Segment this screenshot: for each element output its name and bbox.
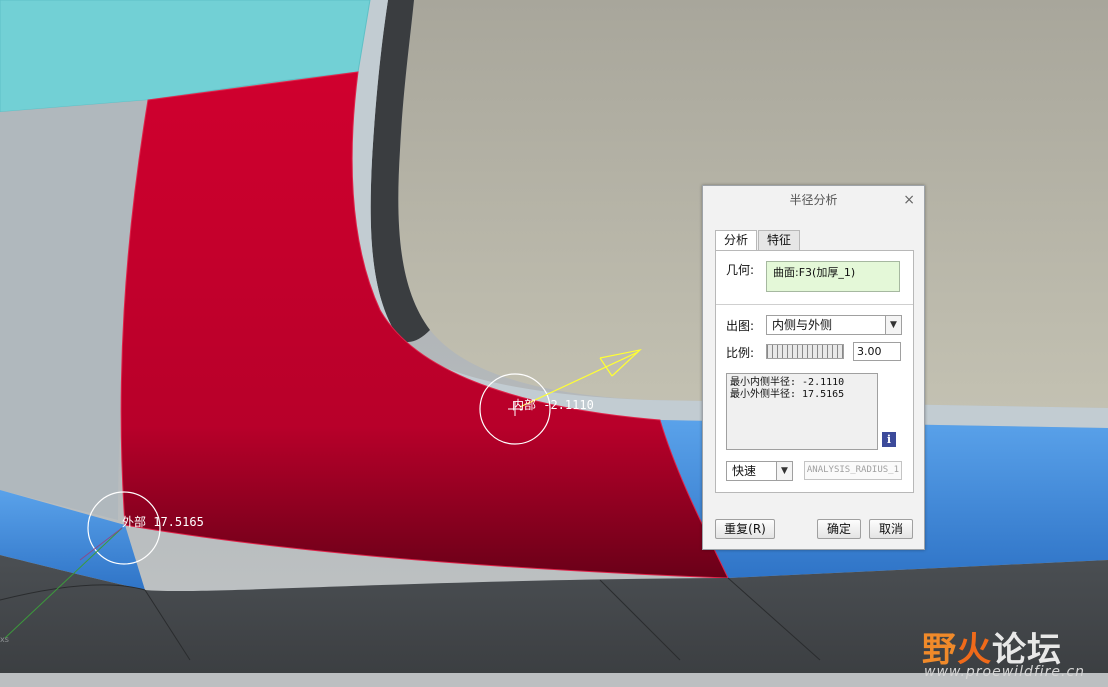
plot-select[interactable]: 内侧与外侧 ▼ bbox=[766, 315, 902, 335]
geometry-label: 几何: bbox=[726, 263, 755, 277]
chevron-down-icon[interactable]: ▼ bbox=[885, 316, 901, 334]
analysis-panel: 几何: 曲面:F3(加厚_1) 出图: 内侧与外侧 ▼ 比例: 3.00 最小内… bbox=[715, 250, 914, 493]
tab-analysis[interactable]: 分析 bbox=[715, 230, 758, 251]
result-min-outer: 最小外侧半径: 17.5165 bbox=[730, 389, 845, 400]
mode-select[interactable]: 快速 ▼ bbox=[726, 461, 793, 481]
model-viewport[interactable]: 内部 -2.1110 外部 17.5165 xs bbox=[0, 0, 1108, 687]
panel-separator bbox=[716, 304, 913, 305]
dialog-title: 半径分析 bbox=[789, 193, 838, 207]
cancel-button[interactable]: 取消 bbox=[869, 519, 913, 539]
mode-select-value: 快速 bbox=[732, 464, 757, 478]
geometry-collector[interactable]: 曲面:F3(加厚_1) bbox=[766, 261, 900, 292]
repeat-button[interactable]: 重复(R) bbox=[715, 519, 775, 539]
tab-strip: 分析 特征 bbox=[715, 230, 801, 251]
result-min-inner: 最小内侧半径: -2.1110 bbox=[730, 377, 845, 388]
dialog-title-bar[interactable]: 半径分析 × bbox=[703, 186, 924, 214]
info-icon[interactable]: i bbox=[882, 432, 896, 447]
tab-feature[interactable]: 特征 bbox=[758, 230, 801, 250]
scale-slider[interactable] bbox=[766, 344, 844, 359]
results-box: 最小内侧半径: -2.1110 最小外侧半径: 17.5165 bbox=[726, 373, 878, 450]
axis-label: xs bbox=[0, 635, 9, 644]
scale-input[interactable]: 3.00 bbox=[853, 342, 901, 361]
scale-label: 比例: bbox=[726, 346, 755, 360]
feature-name-field[interactable]: ANALYSIS_RADIUS_1 bbox=[804, 461, 902, 480]
inner-radius-label: 内部 -2.1110 bbox=[512, 397, 594, 412]
watermark-url: www.proewildfire.cn bbox=[924, 664, 1086, 680]
chevron-down-icon[interactable]: ▼ bbox=[776, 462, 792, 480]
radius-analysis-dialog[interactable]: 半径分析 × 分析 特征 几何: 曲面:F3(加厚_1) 出图: 内侧与外侧 ▼… bbox=[702, 185, 925, 550]
close-icon[interactable]: × bbox=[903, 186, 915, 214]
plot-label: 出图: bbox=[726, 319, 755, 333]
ok-button[interactable]: 确定 bbox=[817, 519, 861, 539]
outer-radius-label: 外部 17.5165 bbox=[122, 514, 204, 529]
plot-select-value: 内侧与外侧 bbox=[772, 318, 833, 332]
